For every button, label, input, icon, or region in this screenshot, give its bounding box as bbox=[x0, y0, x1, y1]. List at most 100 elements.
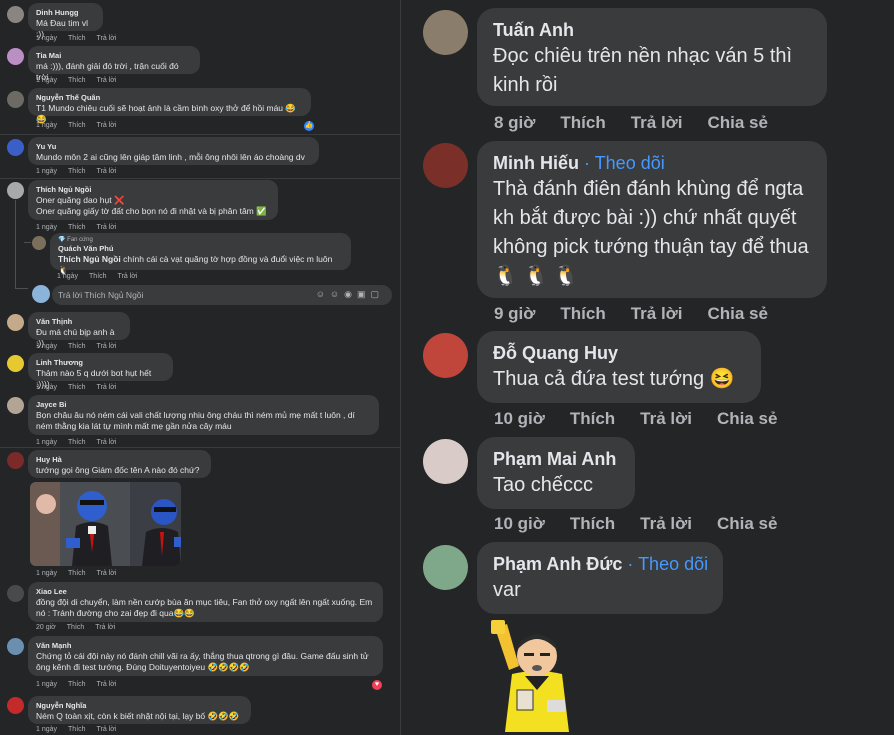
avatar[interactable] bbox=[7, 697, 24, 714]
reply-button[interactable]: Trả lời bbox=[97, 439, 117, 446]
avatar[interactable] bbox=[423, 333, 468, 378]
reply-button[interactable]: Trả lời bbox=[97, 224, 117, 231]
avatar[interactable] bbox=[423, 439, 468, 484]
commenter-name[interactable]: Đỗ Quang Huy bbox=[493, 341, 745, 365]
like-reaction-icon[interactable]: 👍 bbox=[304, 121, 314, 131]
commenter-name[interactable]: Thích Ngủ Ngồi bbox=[36, 185, 270, 195]
commenter-name[interactable]: Dinh Hungg bbox=[36, 8, 95, 18]
reply-button[interactable]: Trả lời bbox=[95, 624, 115, 631]
avatar[interactable] bbox=[423, 545, 468, 590]
share-button[interactable]: Chia sẻ bbox=[717, 409, 777, 428]
commenter-name[interactable]: Minh Hiếu bbox=[493, 153, 579, 173]
reply-button[interactable]: Trả lời bbox=[97, 122, 117, 129]
commenter-name[interactable]: Linh Thương bbox=[36, 358, 165, 368]
comment-time[interactable]: 1 ngày bbox=[36, 726, 57, 733]
like-button[interactable]: Thích bbox=[560, 113, 605, 132]
commenter-name[interactable]: Tia Mai bbox=[36, 51, 192, 61]
like-button[interactable]: Thích bbox=[67, 624, 85, 631]
reply-button[interactable]: Trả lời bbox=[97, 726, 117, 733]
reply-button[interactable]: Trả lời bbox=[97, 681, 117, 688]
reply-button[interactable]: Trả lời bbox=[97, 35, 117, 42]
like-button[interactable]: Thích bbox=[560, 304, 605, 323]
commenter-name[interactable]: Văn Thịnh bbox=[36, 317, 122, 327]
reply-button[interactable]: Trả lời bbox=[118, 273, 138, 280]
commenter-name[interactable]: Phạm Anh Đức bbox=[493, 554, 622, 574]
avatar[interactable] bbox=[423, 143, 468, 188]
like-button[interactable]: Thích bbox=[68, 35, 86, 42]
commenter-name[interactable]: Xiao Lee bbox=[36, 587, 375, 597]
comment-time[interactable]: 1 ngày bbox=[57, 273, 78, 280]
avatar[interactable] bbox=[7, 355, 24, 372]
avatar[interactable] bbox=[423, 10, 468, 55]
commenter-name[interactable]: Huy Hà bbox=[36, 455, 203, 465]
avatar[interactable] bbox=[7, 91, 24, 108]
like-button[interactable]: Thích bbox=[89, 273, 107, 280]
comment-time[interactable]: 1 ngày bbox=[36, 439, 57, 446]
comment-time[interactable]: 9 giờ bbox=[494, 304, 535, 323]
share-button[interactable]: Chia sẻ bbox=[708, 304, 768, 323]
commenter-name[interactable]: Quách Văn Phú bbox=[58, 244, 343, 254]
follow-button[interactable]: Theo dõi bbox=[595, 153, 665, 173]
camera-icon[interactable]: ◉ bbox=[344, 289, 357, 299]
reply-button[interactable]: Trả lời bbox=[97, 384, 117, 391]
comment-time[interactable]: 10 giờ bbox=[494, 409, 545, 428]
comment-time[interactable]: 20 giờ bbox=[36, 624, 56, 631]
emoji-icon[interactable]: ☺ bbox=[330, 289, 344, 299]
referee-sticker[interactable] bbox=[487, 620, 587, 732]
comment-time[interactable]: 1 ngày bbox=[36, 35, 57, 42]
comment-time[interactable]: 1 ngày bbox=[36, 77, 57, 84]
reply-button[interactable]: Trả lời bbox=[97, 570, 117, 577]
comment-time[interactable]: 1 ngày bbox=[36, 343, 57, 350]
commenter-name[interactable]: Văn Mạnh bbox=[36, 641, 375, 651]
commenter-name[interactable]: Phạm Mai Anh bbox=[493, 447, 619, 471]
avatar-sticker-icon[interactable]: ☺ bbox=[316, 289, 330, 299]
avatar[interactable] bbox=[7, 182, 24, 199]
comment-time[interactable]: 1 ngày bbox=[36, 681, 57, 688]
commenter-name[interactable]: Nguyễn Thế Quân bbox=[36, 93, 303, 103]
avatar[interactable] bbox=[7, 585, 24, 602]
avatar[interactable] bbox=[7, 397, 24, 414]
comment-time[interactable]: 1 ngày bbox=[36, 384, 57, 391]
love-reaction-icon[interactable]: ♥ bbox=[372, 680, 382, 690]
like-button[interactable]: Thích bbox=[570, 514, 615, 533]
reply-input[interactable]: Trả lời Thích Ngủ Ngồi ☺☺◉▣▢ bbox=[52, 285, 392, 305]
reply-button[interactable]: Trả lời bbox=[97, 77, 117, 84]
comment-time[interactable]: 8 giờ bbox=[494, 113, 535, 132]
reply-button[interactable]: Trả lời bbox=[97, 343, 117, 350]
like-button[interactable]: Thích bbox=[570, 409, 615, 428]
avatar[interactable] bbox=[32, 236, 46, 250]
comment-time[interactable]: 1 ngày bbox=[36, 168, 57, 175]
comment-time[interactable]: 1 ngày bbox=[36, 570, 57, 577]
like-button[interactable]: Thích bbox=[68, 343, 86, 350]
avatar[interactable] bbox=[7, 452, 24, 469]
like-button[interactable]: Thích bbox=[68, 439, 86, 446]
share-button[interactable]: Chia sẻ bbox=[708, 113, 768, 132]
like-button[interactable]: Thích bbox=[68, 726, 86, 733]
follow-button[interactable]: Theo dõi bbox=[638, 554, 708, 574]
sticker-icon[interactable]: ▢ bbox=[370, 289, 384, 299]
like-button[interactable]: Thích bbox=[68, 681, 86, 688]
commenter-name[interactable]: Jayce Bi bbox=[36, 400, 371, 410]
avatar[interactable] bbox=[7, 48, 24, 65]
reply-button[interactable]: Trả lời bbox=[640, 514, 692, 533]
commenter-name[interactable]: Yu Yu bbox=[36, 142, 311, 152]
gif-icon[interactable]: ▣ bbox=[357, 289, 371, 299]
comment-image[interactable] bbox=[30, 482, 181, 566]
comment-time[interactable]: 1 ngày bbox=[36, 224, 57, 231]
comment-time[interactable]: 1 ngày bbox=[36, 122, 57, 129]
like-button[interactable]: Thích bbox=[68, 122, 86, 129]
commenter-name[interactable]: Nguyễn Nghĩa bbox=[36, 701, 243, 711]
avatar[interactable] bbox=[7, 139, 24, 156]
avatar[interactable] bbox=[7, 6, 24, 23]
reply-button[interactable]: Trả lời bbox=[97, 168, 117, 175]
reply-button[interactable]: Trả lời bbox=[631, 113, 683, 132]
avatar[interactable] bbox=[7, 638, 24, 655]
like-button[interactable]: Thích bbox=[68, 384, 86, 391]
like-button[interactable]: Thích bbox=[68, 570, 86, 577]
avatar[interactable] bbox=[7, 314, 24, 331]
reply-button[interactable]: Trả lời bbox=[631, 304, 683, 323]
like-button[interactable]: Thích bbox=[68, 224, 86, 231]
like-button[interactable]: Thích bbox=[68, 77, 86, 84]
mention-link[interactable]: Thích Ngủ Ngồi bbox=[58, 254, 121, 264]
comment-time[interactable]: 10 giờ bbox=[494, 514, 545, 533]
